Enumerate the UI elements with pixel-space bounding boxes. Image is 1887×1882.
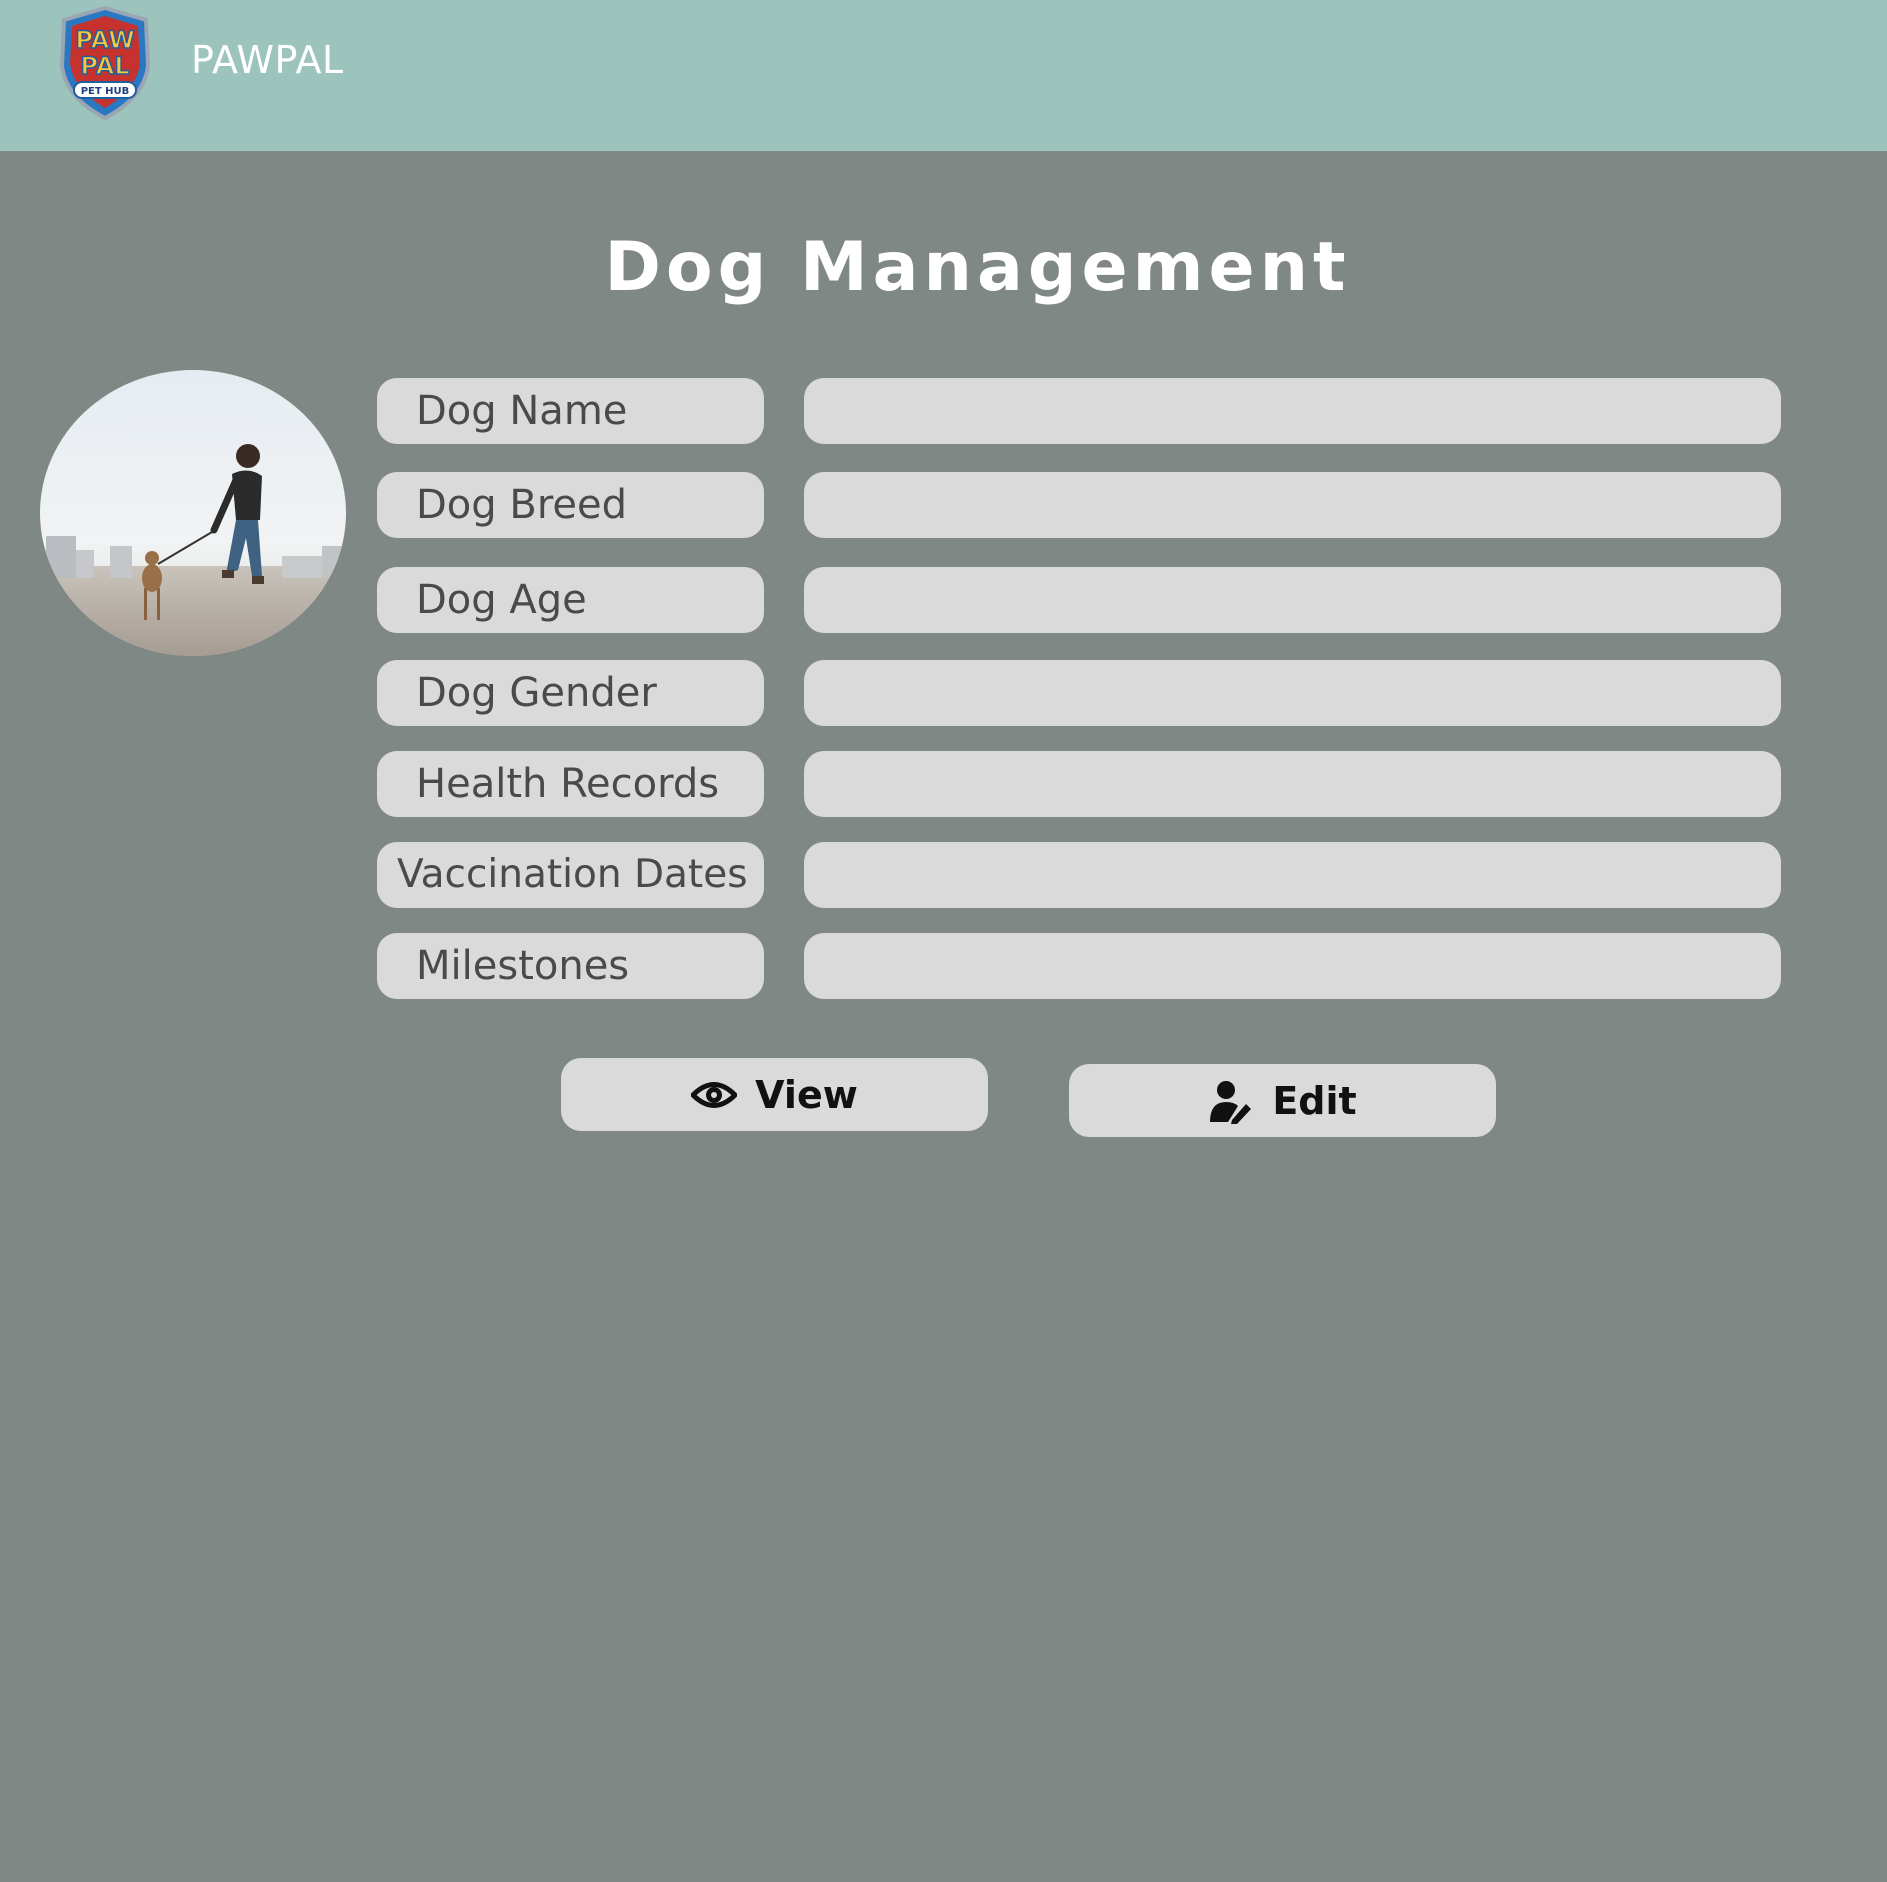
vaccination-dates-input[interactable] <box>804 842 1781 908</box>
milestones-label: Milestones <box>377 933 764 999</box>
vaccination-dates-label: Vaccination Dates <box>377 842 764 908</box>
dog-age-input[interactable] <box>804 567 1781 633</box>
edit-button[interactable]: Edit <box>1069 1064 1496 1137</box>
view-button[interactable]: View <box>561 1058 988 1131</box>
top-header: PAW PAL PET HUB PAWPAL <box>0 0 1887 151</box>
dog-name-label: Dog Name <box>377 378 764 444</box>
svg-text:PAW: PAW <box>75 26 134 54</box>
user-edit-icon <box>1208 1078 1254 1124</box>
logo-subtext: PET HUB <box>81 86 130 97</box>
dog-profile-photo <box>40 370 346 656</box>
page-title: Dog Management <box>604 228 1351 307</box>
edit-button-label: Edit <box>1272 1078 1357 1123</box>
brand-name[interactable]: PAWPAL <box>191 38 344 82</box>
health-records-input[interactable] <box>804 751 1781 817</box>
dog-gender-label: Dog Gender <box>377 660 764 726</box>
svg-text:PAL: PAL <box>80 52 129 80</box>
eye-icon <box>691 1078 738 1112</box>
milestones-input[interactable] <box>804 933 1781 999</box>
dog-breed-input[interactable] <box>804 472 1781 538</box>
dog-name-input[interactable] <box>804 378 1781 444</box>
dog-breed-label: Dog Breed <box>377 472 764 538</box>
dog-age-label: Dog Age <box>377 567 764 633</box>
view-button-label: View <box>755 1072 858 1117</box>
pawpal-logo[interactable]: PAW PAL PET HUB <box>58 5 152 121</box>
dog-gender-input[interactable] <box>804 660 1781 726</box>
health-records-label: Health Records <box>377 751 764 817</box>
